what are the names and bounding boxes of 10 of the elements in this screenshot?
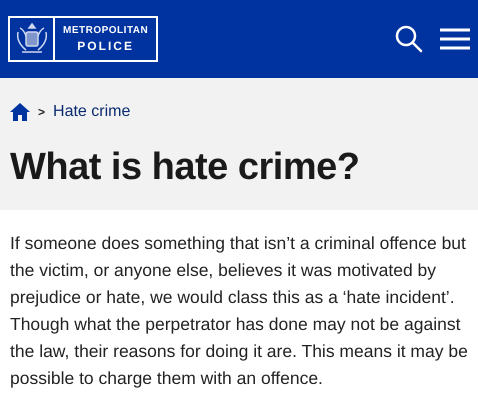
page-title: What is hate crime? bbox=[10, 148, 360, 186]
logo-text: METROPOLITAN bbox=[63, 26, 148, 36]
site-logo[interactable]: METROPOLITAN POLICE bbox=[8, 16, 158, 62]
body-paragraph: If someone does something that isn’t a criminal offence but the victim, or anyone else, believes it was motivated by prejudice or hate, we would class this as a ‘hate incident’. Though what the perpetrator has done may not be against the law, their reasons for doing it are. This means it may be possible to charge them with an offence. bbox=[9, 232, 469, 390]
menu-icon[interactable] bbox=[440, 28, 470, 50]
home-icon[interactable] bbox=[10, 103, 30, 121]
breadcrumb-link[interactable]: Hate crime bbox=[53, 100, 130, 124]
search-icon[interactable] bbox=[394, 24, 424, 54]
logo-text: POLICE bbox=[77, 40, 134, 52]
breadcrumb-separator: > bbox=[38, 104, 46, 121]
